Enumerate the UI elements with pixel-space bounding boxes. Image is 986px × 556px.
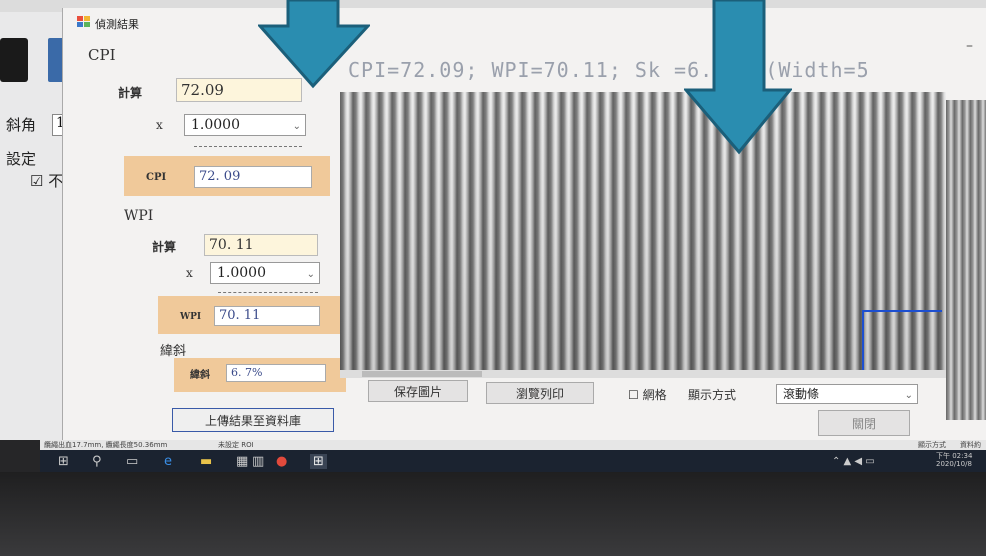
chevron-down-icon: ⌄ — [306, 269, 315, 280]
scrollbar-thumb[interactable] — [362, 371, 482, 377]
cpi-multiplier-value: 1.0000 — [191, 117, 240, 133]
active-app-icon[interactable]: ⊞ — [310, 454, 327, 469]
skew-section-title: 緯斜 — [160, 344, 187, 359]
dialog-title: 偵測結果 — [95, 18, 139, 31]
calculator-taskbar-icon[interactable]: ▦ — [236, 454, 248, 469]
cpi-section-title: CPI — [88, 46, 116, 64]
roi-selection-rect[interactable] — [862, 310, 942, 374]
app-taskbar-icon[interactable]: ▥ — [252, 454, 264, 469]
wpi-result-value: 70. 11 — [214, 306, 320, 326]
search-icon[interactable]: ⚲ — [92, 454, 102, 469]
status-right: 顯示方式 — [918, 441, 946, 449]
display-mode-label: 顯示方式 — [688, 388, 737, 402]
skew-result-value: 6. 7% — [226, 364, 326, 382]
wpi-multiplier-symbol: x — [186, 266, 193, 280]
minimize-button[interactable]: – — [966, 38, 973, 54]
save-image-button[interactable]: 保存圖片 — [368, 380, 468, 402]
upload-results-button[interactable]: 上傳結果至資料庫 — [172, 408, 334, 432]
app-icon — [77, 16, 90, 27]
status-bar: 纜繩出血17.7mm, 纜繩長度50.36mm 未設定 ROI 顯示方式 資料約 — [40, 440, 986, 450]
status-right2: 資料約 — [960, 441, 981, 449]
edge-icon[interactable]: e — [164, 454, 172, 469]
background-settings-label: 設定 — [6, 150, 37, 168]
grid-checkbox[interactable]: ☐ 網格 — [628, 386, 667, 403]
taskbar-date: 2020/10/8 — [936, 460, 972, 468]
fabric-image-shading — [340, 92, 946, 370]
wpi-calc-value: 70. 11 — [204, 234, 318, 256]
monitor-bezel-bottom — [0, 472, 986, 556]
status-text: 纜繩出血17.7mm, 纜繩長度50.36mm — [44, 441, 168, 449]
monitor-bezel-left — [0, 440, 40, 472]
cpi-result-value: 72. 09 — [194, 166, 312, 188]
background-image-strip — [946, 100, 986, 420]
chevron-down-icon: ⌄ — [904, 390, 913, 401]
wpi-calc-label: 計算 — [152, 240, 177, 254]
cpi-calc-label: 計算 — [118, 86, 143, 100]
chevron-down-icon: ⌄ — [292, 121, 301, 132]
wpi-divider — [218, 292, 318, 293]
close-button[interactable]: 關閉 — [818, 410, 910, 436]
chrome-icon[interactable]: ● — [276, 454, 287, 469]
cpi-result-label: CPI — [146, 172, 167, 183]
status-roi: 未設定 ROI — [218, 441, 254, 449]
wpi-multiplier-select[interactable]: 1.0000 ⌄ — [210, 262, 320, 284]
wpi-result-label: WPI — [180, 312, 202, 322]
file-explorer-icon[interactable]: ▬ — [200, 454, 212, 469]
dialog-titlebar: 偵測結果 — [63, 8, 986, 34]
display-mode-select[interactable]: 滾動條 ⌄ — [776, 384, 918, 404]
cpi-multiplier-select[interactable]: 1.0000 ⌄ — [184, 114, 306, 136]
wpi-multiplier-value: 1.0000 — [217, 265, 266, 281]
taskbar: ⊞ ⚲ ▭ e ▬ ▦ ▥ ● ⊞ ⌃ ▲ ◀ ▭ 下午 02:34 2020/… — [40, 450, 986, 472]
skew-result-label: 緯斜 — [190, 370, 210, 381]
display-mode-value: 滾動條 — [783, 387, 820, 401]
print-preview-button[interactable]: 瀏覽列印 — [486, 382, 594, 404]
arrow-down-icon — [684, 0, 792, 155]
calculator-icon[interactable] — [0, 38, 28, 82]
wpi-section-title: WPI — [124, 208, 154, 224]
cpi-divider — [194, 146, 302, 147]
tray-icons: ⌃ ▲ ◀ ▭ — [832, 456, 875, 467]
windows-start-icon[interactable]: ⊞ — [58, 454, 69, 469]
background-angle-label: 斜角 — [6, 116, 37, 134]
cpi-multiplier-symbol: x — [156, 118, 163, 132]
arrow-down-icon — [258, 0, 370, 89]
horizontal-scrollbar[interactable] — [340, 370, 946, 378]
task-view-icon[interactable]: ▭ — [126, 454, 138, 469]
